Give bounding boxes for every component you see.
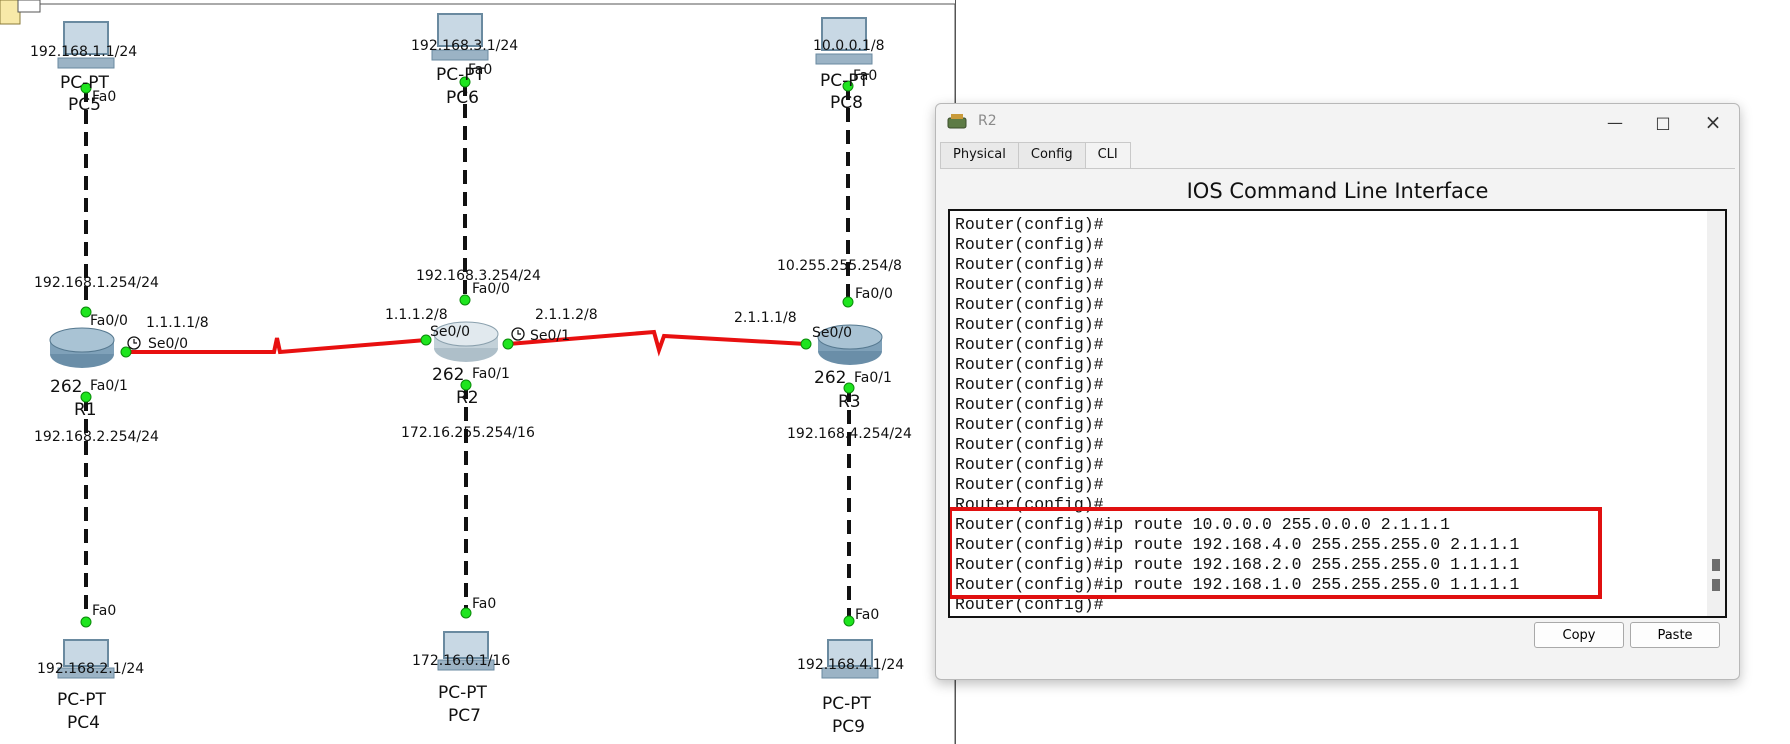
tab-divider bbox=[940, 168, 1735, 169]
clock-icon bbox=[511, 327, 525, 341]
console-line: Router(config)# bbox=[955, 375, 1104, 394]
tab-cli[interactable]: CLI bbox=[1084, 142, 1131, 168]
port-up-indicator bbox=[502, 338, 514, 350]
topology-workspace[interactable]: 192.168.1.1/24 PC-PT PC5 Fa0 192.168.3.1… bbox=[0, 0, 956, 744]
pc7-ip-label: 172.16.0.1/16 bbox=[412, 653, 510, 669]
port-up-indicator bbox=[80, 616, 92, 628]
r1-fa01-ip-label: 192.168.2.254/24 bbox=[34, 429, 159, 445]
console-line: Router(config)# bbox=[955, 455, 1104, 474]
r1-fa00-port-label: Fa0/0 bbox=[90, 313, 128, 329]
window-title: R2 bbox=[978, 113, 997, 129]
pc9-port-label: Fa0 bbox=[855, 607, 879, 623]
r2-serial-right-ip-label: 2.1.1.2/8 bbox=[535, 307, 598, 323]
console-line: Router(config)# bbox=[955, 415, 1104, 434]
r2-fa01-port-label: Fa0/1 bbox=[472, 366, 510, 382]
tab-physical[interactable]: Physical bbox=[940, 142, 1019, 168]
pc9-name-label: PC9 bbox=[832, 717, 865, 737]
router-dialog-window[interactable]: R2 — □ × Physical Config CLI IOS Command… bbox=[935, 103, 1740, 680]
port-up-indicator bbox=[120, 346, 132, 358]
pc6-name-label: PC6 bbox=[446, 88, 479, 108]
r3-serial-port-label: Se0/0 bbox=[812, 325, 852, 341]
console-line: Router(config)# bbox=[955, 335, 1104, 354]
maximize-button[interactable]: □ bbox=[1641, 108, 1685, 136]
console-line: Router(config)# bbox=[955, 395, 1104, 414]
r2-serial-left-ip-label: 1.1.1.2/8 bbox=[385, 307, 448, 323]
r3-fa01-ip-label: 192.168.4.254/24 bbox=[787, 426, 912, 442]
r1-serial-port-label: Se0/0 bbox=[148, 336, 188, 352]
port-up-indicator bbox=[459, 294, 471, 306]
port-up-indicator bbox=[460, 607, 472, 619]
pc8-name-label: PC8 bbox=[830, 93, 863, 113]
copy-button[interactable]: Copy bbox=[1534, 622, 1624, 648]
r2-fa01-ip-label: 172.16.255.254/16 bbox=[401, 425, 535, 441]
highlight-box bbox=[950, 507, 1602, 599]
r3-name-label: R3 bbox=[838, 392, 861, 412]
cli-console[interactable]: Router(config)# Router(config)# Router(con… bbox=[948, 209, 1727, 618]
scrollbar-thumb[interactable] bbox=[1712, 559, 1720, 571]
pc4-ip-label: 192.168.2.1/24 bbox=[37, 661, 144, 677]
pc8-port-label: Fa0 bbox=[853, 68, 877, 84]
minimize-button[interactable]: — bbox=[1593, 108, 1637, 136]
r2-serial-right-port-label: Se0/1 bbox=[530, 328, 570, 344]
window-titlebar[interactable]: R2 — □ × bbox=[936, 104, 1739, 140]
pc9-ip-label: 192.168.4.1/24 bbox=[797, 657, 904, 673]
pc5-ip-label: 192.168.1.1/24 bbox=[30, 44, 137, 60]
pc4-type-label: PC-PT bbox=[57, 690, 107, 710]
console-line: Router(config)# bbox=[955, 215, 1104, 234]
scrollbar-thumb[interactable] bbox=[1712, 579, 1720, 591]
r3-model-label: 262 bbox=[814, 368, 846, 388]
router-app-icon bbox=[947, 114, 967, 129]
note-icon[interactable] bbox=[0, 0, 21, 25]
console-line: Router(config)# bbox=[955, 235, 1104, 254]
console-line: Router(config)# bbox=[955, 315, 1104, 334]
pc6-ip-label: 192.168.3.1/24 bbox=[411, 38, 518, 54]
r3-serial-ip-label: 2.1.1.1/8 bbox=[734, 310, 797, 326]
console-line: Router(config)# bbox=[955, 475, 1104, 494]
note-tab bbox=[17, 0, 41, 13]
r1-model-label: 262 bbox=[50, 377, 82, 397]
port-up-indicator bbox=[842, 296, 854, 308]
r2-fa00-port-label: Fa0/0 bbox=[472, 281, 510, 297]
port-up-indicator bbox=[843, 615, 855, 627]
r1-name-label: R1 bbox=[74, 400, 97, 420]
r1-fa01-port-label: Fa0/1 bbox=[90, 378, 128, 394]
pc7-type-label: PC-PT bbox=[438, 683, 488, 703]
r1-fa00-ip-label: 192.168.1.254/24 bbox=[34, 275, 159, 291]
close-button[interactable]: × bbox=[1691, 108, 1735, 136]
tab-config[interactable]: Config bbox=[1017, 142, 1086, 168]
r3-fa00-ip-label: 10.255.255.254/8 bbox=[777, 258, 902, 274]
clock-icon bbox=[127, 336, 141, 350]
pc5-port-label: Fa0 bbox=[92, 89, 116, 105]
window-tabs: Physical Config CLI bbox=[940, 142, 1131, 168]
pc4-name-label: PC4 bbox=[67, 713, 100, 733]
router-r1-icon[interactable] bbox=[49, 327, 115, 368]
r1-serial-ip-label: 1.1.1.1/8 bbox=[146, 315, 209, 331]
console-line: Router(config)# bbox=[955, 275, 1104, 294]
pc7-name-label: PC7 bbox=[448, 706, 481, 726]
console-line: Router(config)# bbox=[955, 255, 1104, 274]
r3-fa01-port-label: Fa0/1 bbox=[854, 370, 892, 386]
console-scrollbar[interactable] bbox=[1707, 211, 1725, 616]
r3-fa00-port-label: Fa0/0 bbox=[855, 286, 893, 302]
pc4-port-label: Fa0 bbox=[92, 603, 116, 619]
console-line: Router(config)# bbox=[955, 355, 1104, 374]
pc6-port-label: Fa0 bbox=[468, 62, 492, 78]
r2-model-label: 262 bbox=[432, 365, 464, 385]
r2-name-label: R2 bbox=[456, 388, 479, 408]
pc8-ip-label: 10.0.0.1/8 bbox=[813, 38, 885, 54]
r2-serial-left-port-label: Se0/0 bbox=[430, 324, 470, 340]
paste-button[interactable]: Paste bbox=[1630, 622, 1720, 648]
console-line: Router(config)# bbox=[955, 295, 1104, 314]
port-up-indicator bbox=[800, 338, 812, 350]
topology-canvas[interactable]: 192.168.1.1/24 PC-PT PC5 Fa0 192.168.3.1… bbox=[0, 0, 955, 744]
pc7-port-label: Fa0 bbox=[472, 596, 496, 612]
pc9-type-label: PC-PT bbox=[822, 694, 872, 714]
console-line: Router(config)# bbox=[955, 435, 1104, 454]
cli-heading: IOS Command Line Interface bbox=[1186, 179, 1489, 203]
